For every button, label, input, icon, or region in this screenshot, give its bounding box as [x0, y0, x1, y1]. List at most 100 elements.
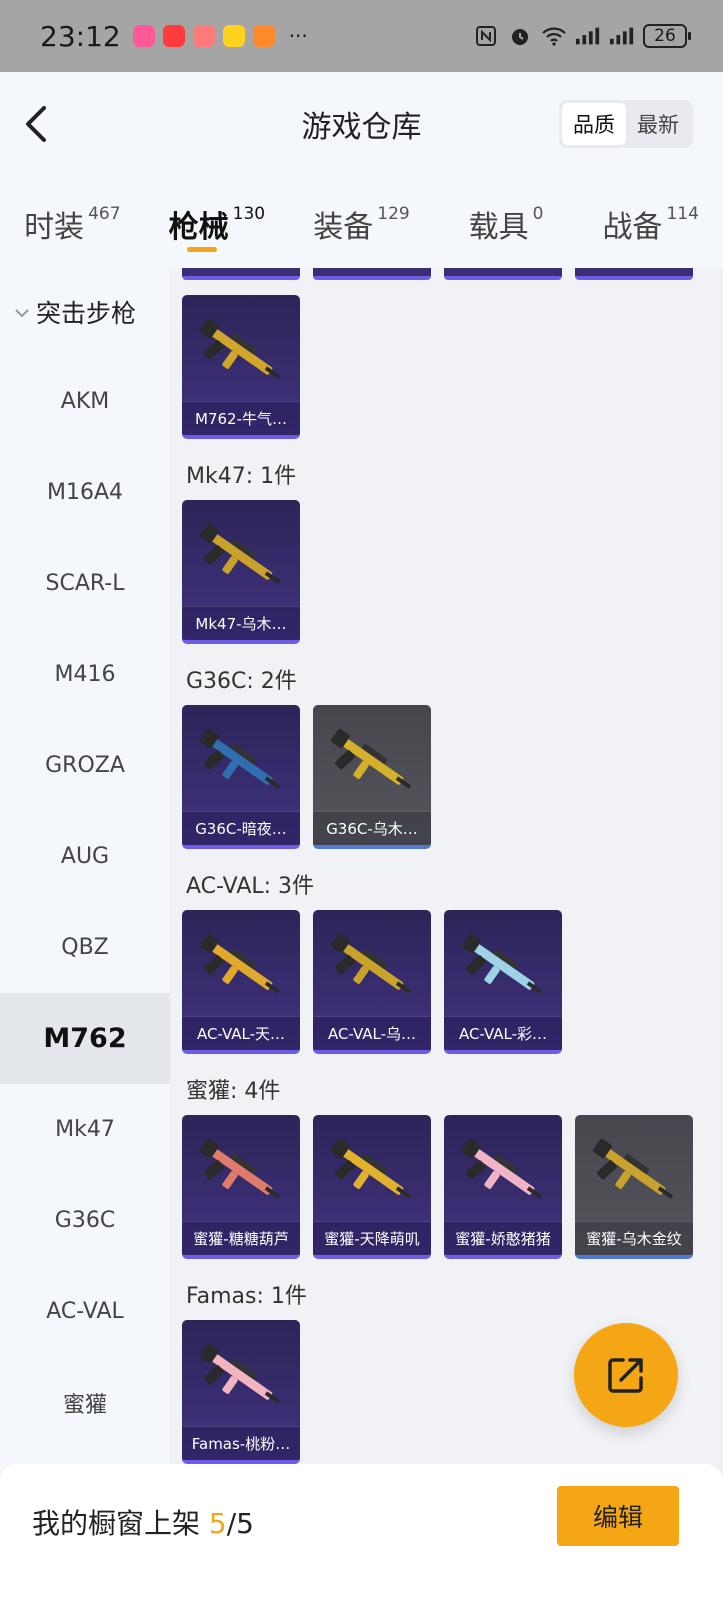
sidebar-item[interactable]: AUG — [0, 811, 170, 902]
weapon-name: 蜜獾-糖糖葫芦 — [182, 1221, 300, 1255]
chevron-down-icon — [14, 303, 30, 322]
weapon-item-card[interactable]: G36C-暗夜… — [182, 705, 300, 849]
showcase-label: 我的橱窗上架 — [32, 1507, 201, 1540]
weapon-name: Mk47-乌木… — [182, 606, 300, 640]
sidebar-item[interactable]: QBZ — [0, 902, 170, 993]
sidebar-category-assault-rifles[interactable]: 突击步枪 — [0, 268, 170, 356]
share-icon — [608, 1358, 643, 1393]
section-title: Famas: 1件 — [186, 1284, 307, 1309]
weapon-image — [194, 313, 288, 393]
tab-count: 114 — [666, 204, 699, 224]
weapon-skin-image — [199, 523, 281, 584]
app-notification-icon — [132, 25, 155, 47]
status-bar: 23:12 ··· 26 — [0, 0, 723, 72]
tab-equipment[interactable]: 装备 129 — [289, 176, 434, 268]
weapon-name: AC-VAL-彩… — [444, 1016, 562, 1050]
edit-button[interactable]: 编辑 — [557, 1486, 679, 1546]
tab-label: 战备 — [602, 210, 663, 245]
tab-fashion[interactable]: 时装 467 — [0, 176, 145, 268]
weapon-skin-image — [330, 1138, 412, 1199]
tab-label: 时装 — [24, 210, 85, 245]
weapon-item-card[interactable]: 蜜獾-乌木金纹 — [575, 1115, 693, 1259]
weapon-item-card[interactable]: Mk47-乌木… — [182, 500, 300, 644]
showcase-status: 我的橱窗上架 5/5 — [32, 1502, 254, 1542]
weapon-item-card[interactable]: 蜜獾-天降萌叽 — [313, 1115, 431, 1259]
sidebar-item[interactable]: 蜜獾 — [0, 1357, 170, 1448]
weapon-image — [325, 1133, 419, 1213]
weapon-image — [587, 1133, 681, 1213]
tab-label: 装备 — [313, 210, 374, 245]
partial-item-card[interactable] — [575, 268, 693, 280]
weapon-item-card[interactable]: Famas-桃粉… — [182, 1320, 300, 1464]
tab-firearms[interactable]: 枪械 130 — [145, 176, 290, 268]
status-app-icons: ··· — [132, 24, 308, 48]
weapon-name: AC-VAL-天… — [182, 1016, 300, 1050]
sort-quality-button[interactable]: 品质 — [562, 103, 626, 145]
weapon-image — [194, 518, 288, 598]
weapon-skin-image — [199, 318, 281, 379]
weapon-skin-image — [461, 1138, 543, 1199]
sidebar-item[interactable]: AKM — [0, 356, 170, 447]
partial-item-card[interactable] — [313, 268, 431, 280]
status-time: 23:12 — [40, 19, 121, 53]
weapon-skin-image — [199, 933, 281, 994]
weapon-item-card[interactable]: AC-VAL-天… — [182, 910, 300, 1054]
signal-icon — [609, 25, 635, 47]
section-title: G36C: 2件 — [186, 669, 297, 694]
sort-newest-button[interactable]: 最新 — [626, 103, 690, 145]
showcase-current-count: 5 — [208, 1507, 227, 1540]
tab-vehicles[interactable]: 载具 0 — [434, 176, 579, 268]
tab-supplies[interactable]: 战备 114 — [578, 176, 723, 268]
weapon-skin-image — [199, 1343, 281, 1404]
weapon-skin-image — [330, 728, 412, 789]
page-header: 游戏仓库 品质 最新 — [0, 72, 723, 176]
sidebar-item[interactable]: SCAR-L — [0, 538, 170, 629]
sidebar-item[interactable]: M762 — [0, 993, 170, 1084]
tab-count: 130 — [232, 204, 266, 224]
weapon-name: Famas-桃粉… — [182, 1426, 300, 1460]
partial-item-card[interactable] — [182, 268, 300, 280]
sidebar-item[interactable]: M16A4 — [0, 447, 170, 538]
weapon-item-card[interactable]: 蜜獾-糖糖葫芦 — [182, 1115, 300, 1259]
section-title: AC-VAL: 3件 — [186, 874, 315, 899]
alarm-icon — [507, 25, 533, 47]
weapon-image — [194, 723, 288, 803]
weapon-image — [194, 1338, 288, 1418]
sidebar-item[interactable]: Mk47 — [0, 1084, 170, 1175]
weapon-image — [194, 1133, 288, 1213]
tab-label: 枪械 — [168, 210, 229, 245]
sidebar-item[interactable]: M416 — [0, 629, 170, 720]
weapon-item-card[interactable]: 蜜獾-娇憨猪猪 — [444, 1115, 562, 1259]
battery-icon: 26 — [643, 24, 691, 48]
weapon-item-card[interactable]: AC-VAL-彩… — [444, 910, 562, 1054]
category-tabs: 时装 467 枪械 130 装备 129 载具 0 战备 114 — [0, 176, 723, 268]
weapon-name: G36C-暗夜… — [182, 811, 300, 845]
app-notification-icon — [252, 25, 275, 47]
weapon-skin-image — [199, 728, 281, 789]
inventory-grid: M762-牛气… Mk47: 1件 Mk47-乌木… G36C: 2件 G36C-暗夜…… — [170, 268, 723, 1493]
weapon-item-card[interactable]: AC-VAL-乌… — [313, 910, 431, 1054]
sidebar-item[interactable]: GROZA — [0, 720, 170, 811]
tab-label: 载具 — [468, 210, 529, 245]
app-notification-icon — [192, 25, 215, 47]
signal-icon — [575, 25, 601, 47]
more-notifications-icon: ··· — [288, 24, 308, 48]
weapon-skin-image — [592, 1138, 674, 1199]
weapon-name: 蜜獾-天降萌叽 — [313, 1221, 431, 1255]
weapon-image — [456, 928, 550, 1008]
app-notification-icon — [162, 25, 185, 47]
partial-item-card[interactable] — [444, 268, 562, 280]
app-notification-icon — [222, 25, 245, 47]
sort-toggle[interactable]: 品质 最新 — [559, 100, 693, 148]
weapon-name: AC-VAL-乌… — [313, 1016, 431, 1050]
weapon-item-card[interactable]: G36C-乌木… — [313, 705, 431, 849]
weapon-item-card[interactable]: M762-牛气… — [182, 295, 300, 439]
wifi-icon — [541, 25, 567, 47]
sidebar-category-label: 突击步枪 — [36, 299, 137, 328]
sidebar-item[interactable]: G36C — [0, 1175, 170, 1266]
share-button[interactable] — [574, 1323, 678, 1427]
nfc-icon — [473, 25, 499, 47]
weapon-name: M762-牛气… — [182, 401, 300, 435]
weapon-type-sidebar: 突击步枪 AKM M16A4 SCAR-L M416 GROZA AUG QBZ M762 Mk… — [0, 268, 170, 1493]
sidebar-item[interactable]: AC-VAL — [0, 1266, 170, 1357]
